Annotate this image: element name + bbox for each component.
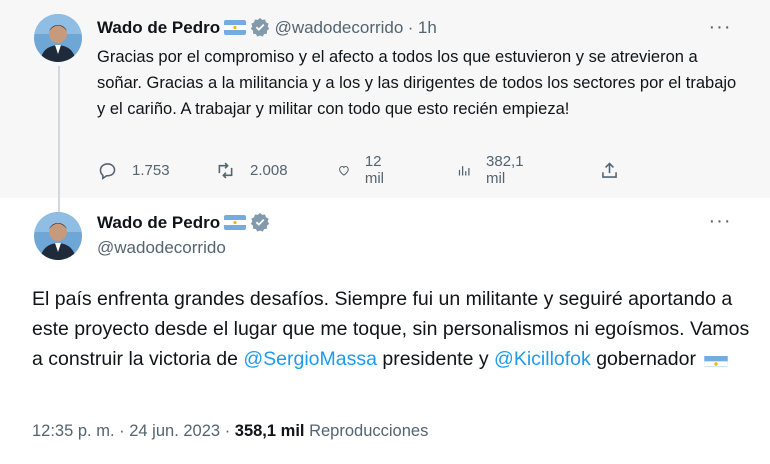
tweet-text-part: gobernador [590,348,696,370]
author-name[interactable]: Wado de Pedro [97,18,220,37]
like-button[interactable]: 12 mil [337,153,391,187]
mention-link[interactable]: @Kicillofok [494,348,591,370]
share-icon [602,161,617,178]
tweet-text-part: presidente y [376,348,495,370]
retweet-icon [218,162,233,178]
reply-icon [99,162,116,180]
author-avatar-main[interactable] [34,212,82,260]
tweet-meta: 12:35 p. m. · 24 jun. 2023 · 358,1 mil R… [32,422,428,441]
mention-link[interactable]: @SergioMassa [243,348,377,370]
main-tweet-text: El país enfrenta grandes desafíos. Siemp… [32,284,752,374]
views-count-main: 358,1 mil [234,422,305,440]
main-tweet-header: Wado de Pedro [97,212,270,233]
views-button[interactable]: 382,1 mil [457,153,530,187]
views-count: 382,1 mil [486,153,524,187]
tweet-date[interactable]: 24 jun. 2023 [129,422,220,440]
verified-icon [250,17,270,37]
argentina-flag-icon [704,351,728,367]
author-name-main[interactable]: Wado de Pedro [97,213,220,232]
meta-dot: · [119,422,125,440]
share-button[interactable] [599,158,620,182]
verified-icon [250,212,270,232]
tweet-text: Gracias por el compromiso y el afecto a … [97,48,737,118]
meta-dot: · [224,422,231,440]
views-icon [458,165,470,176]
like-icon [339,165,349,176]
more-icon[interactable]: ··· [706,211,734,234]
tweet-header: Wado de Pedro @wadodecorrido · 1h [97,17,437,38]
like-count: 12 mil [364,153,384,187]
more-icon[interactable]: ··· [706,17,734,40]
argentina-flag-icon [224,215,247,230]
tweet-timestamp[interactable]: 12:35 p. m. [32,422,115,440]
separator-dot: · [407,18,414,37]
tweet-time[interactable]: 1h [418,18,437,37]
argentina-flag-icon [224,20,247,35]
reply-count: 1.753 [132,161,170,179]
thread-parent-tweet[interactable]: Wado de Pedro @wadodecorrido · 1h ··· Gr… [0,0,770,198]
author-handle[interactable]: @wadodecorrido [275,18,404,37]
author-avatar[interactable] [34,14,82,62]
author-handle-main[interactable]: @wadodecorrido [97,238,226,258]
retweet-button[interactable]: 2.008 [215,158,288,182]
views-label: Reproducciones [309,422,429,440]
reply-button[interactable]: 1.753 [97,158,170,182]
retweet-count: 2.008 [250,161,288,179]
thread-connector-line [58,66,60,212]
